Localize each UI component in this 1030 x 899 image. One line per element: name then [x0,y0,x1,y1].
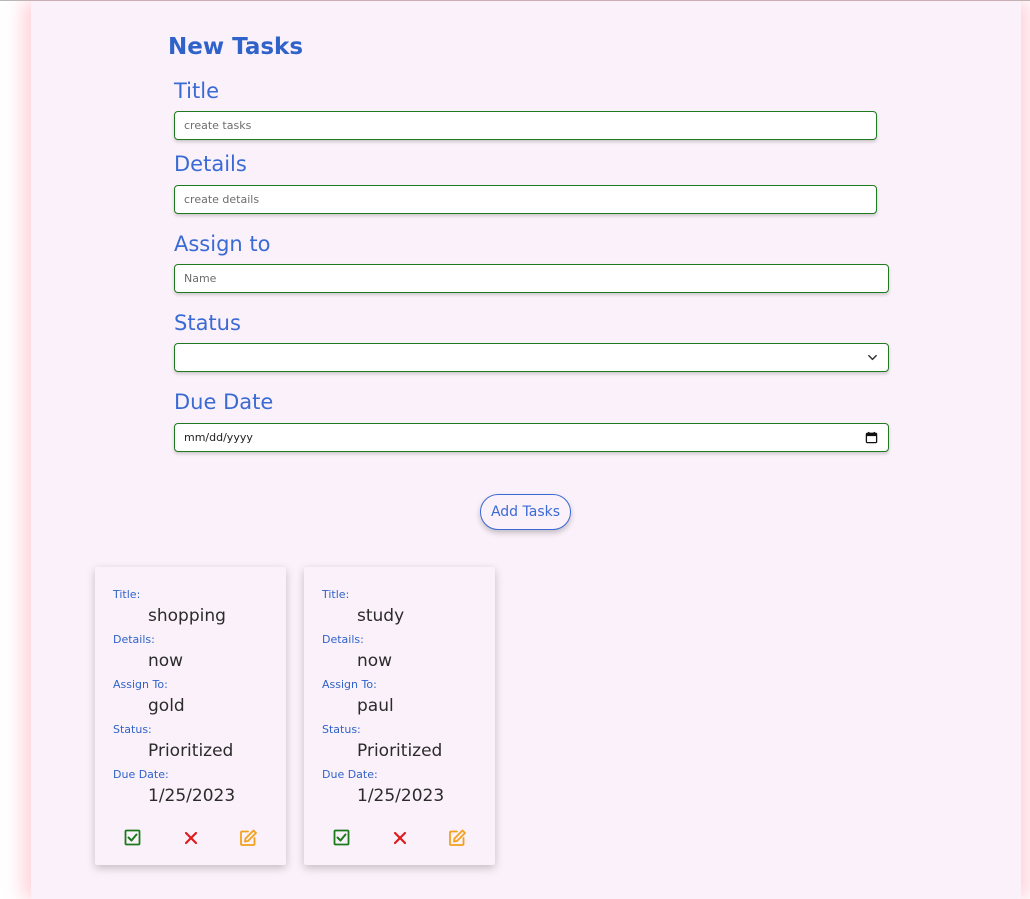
card-due-label: Due Date: [322,768,378,781]
due-date-placeholder: mm/dd/yyyy [184,431,253,444]
status-label: Status [174,311,241,335]
details-input[interactable] [174,185,877,214]
card-assign-label: Assign To: [113,678,168,691]
card-details-label: Details: [322,633,364,646]
form-title: New Tasks [168,34,304,60]
card-title-label: Title: [113,588,141,601]
check-square-icon[interactable] [123,828,143,848]
card-assign-label: Assign To: [322,678,377,691]
card-assign-value: paul [357,696,394,716]
title-label: Title [174,79,220,103]
details-label: Details [174,152,247,176]
task-card: Title: study Details: now Assign To: pau… [304,567,495,865]
x-icon[interactable] [390,828,410,848]
card-details-value: now [148,651,184,671]
card-title-label: Title: [322,588,350,601]
card-status-value: Prioritized [357,741,443,761]
status-select[interactable] [174,343,889,372]
assign-input[interactable] [174,264,889,293]
title-input[interactable] [174,111,877,140]
card-title-value: study [357,606,405,626]
calendar-icon[interactable] [865,431,878,444]
assign-label: Assign to [174,232,271,256]
due-date-input[interactable]: mm/dd/yyyy [174,423,889,452]
card-details-label: Details: [113,633,155,646]
card-due-value: 1/25/2023 [148,786,236,806]
card-due-value: 1/25/2023 [357,786,445,806]
card-status-label: Status: [322,723,361,736]
edit-icon[interactable] [238,828,258,848]
add-tasks-button[interactable]: Add Tasks [480,494,571,530]
check-square-icon[interactable] [332,828,352,848]
task-card: Title: shopping Details: now Assign To: … [95,567,286,865]
due-date-label: Due Date [174,390,274,414]
card-title-value: shopping [148,606,226,626]
edit-icon[interactable] [447,828,467,848]
card-status-label: Status: [113,723,152,736]
card-assign-value: gold [148,696,185,716]
chevron-down-icon [868,354,877,361]
card-details-value: now [357,651,393,671]
page-container: New Tasks Title Details Assign to Status… [31,1,1021,899]
card-due-label: Due Date: [113,768,169,781]
x-icon[interactable] [181,828,201,848]
card-status-value: Prioritized [148,741,234,761]
